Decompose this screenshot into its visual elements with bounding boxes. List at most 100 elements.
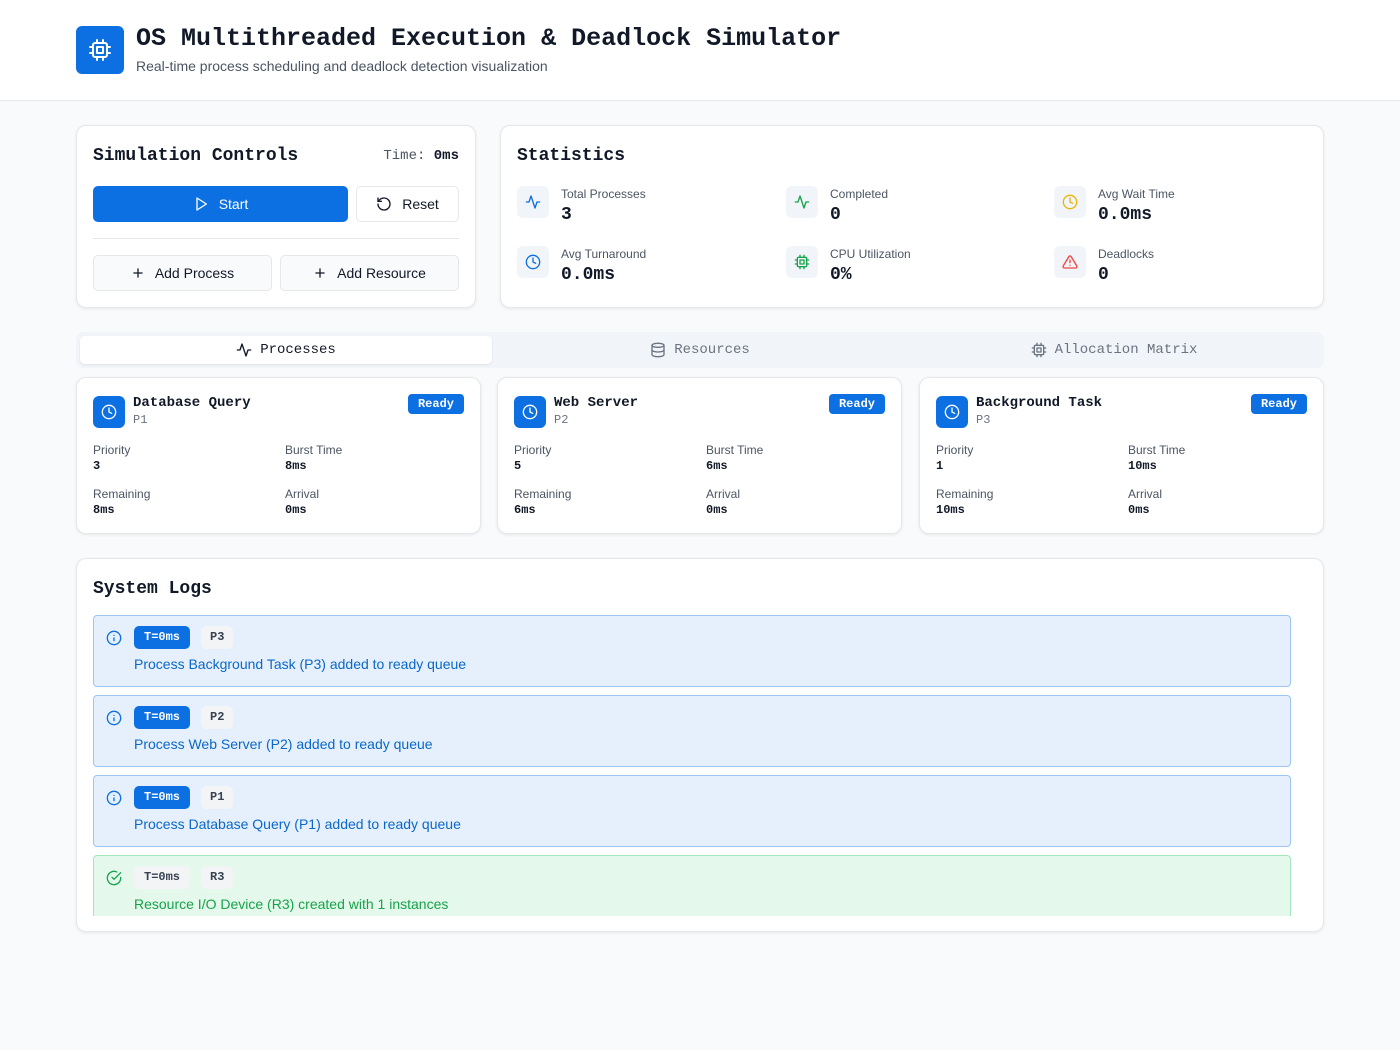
tab-processes[interactable]: Processes [80,336,492,364]
process-id: P2 [554,413,569,427]
reset-button[interactable]: Reset [356,186,459,222]
stat-value: 0.0ms [561,265,616,285]
plus-icon [133,268,143,278]
stat-value: 0 [830,205,841,225]
stat-deadlocks: Deadlocks 0 [1054,246,1294,290]
start-label: Start [218,196,249,212]
reset-label: Reset [402,196,439,212]
cpu-icon [1031,342,1046,358]
field-value: 8ms [93,503,115,517]
field-value: 6ms [706,459,728,473]
status-badge: Ready [828,394,885,414]
add-resource-label: Add Resource [337,265,426,281]
log-entry: T=0ms P2 Process Web Server (P2) added t… [93,695,1291,767]
add-resource-button[interactable]: Add Resource [280,255,459,291]
stat-avg-wait-time: Avg Wait Time 0.0ms [1054,186,1294,230]
field-label: Priority [93,443,131,457]
stat-value: 0 [1098,265,1109,285]
logs-title: System Logs [93,579,212,599]
log-message: Process Database Query (P1) added to rea… [134,816,461,832]
log-message: Process Web Server (P2) added to ready q… [134,736,433,752]
log-entity-badge: P3 [201,626,234,649]
field-remaining: Remaining 6ms [514,487,684,517]
clock-icon [514,396,546,428]
field-value: 3 [93,459,101,473]
tab-label: Allocation Matrix [1054,342,1198,358]
field-label: Arrival [285,487,320,501]
activity-icon [517,186,549,218]
field-label: Arrival [1128,487,1163,501]
tab-resources[interactable]: Resources [494,336,906,364]
process-name: Web Server [554,395,639,411]
add-process-label: Add Process [154,265,235,281]
cpu-icon [76,26,124,74]
field-priority: Priority 1 [936,443,1106,473]
statistics-title: Statistics [517,146,626,166]
field-value: 0ms [285,503,307,517]
tab-label: Resources [674,342,750,358]
tab-allocation-matrix[interactable]: Allocation Matrix [908,336,1320,364]
add-process-button[interactable]: Add Process [93,255,272,291]
stat-completed: Completed 0 [786,186,1026,230]
start-button[interactable]: Start [93,186,348,222]
info-icon [106,790,122,806]
process-card-p2[interactable]: Web Server P2 Ready Priority 5 Burst Tim… [497,377,902,534]
statistics-card: Statistics Total Processes 3 Completed 0… [500,125,1324,308]
process-id: P3 [976,413,991,427]
clock-icon [1054,186,1086,218]
logs-scroll-area[interactable]: T=0ms P3 Process Background Task (P3) ad… [93,615,1293,916]
log-time-badge: T=0ms [134,786,191,809]
log-entity-badge: P2 [201,706,234,729]
activity-icon [786,186,818,218]
stat-label: Total Processes [561,187,646,201]
stat-avg-turnaround: Avg Turnaround 0.0ms [517,246,757,290]
stat-label: Avg Wait Time [1098,187,1175,201]
field-arrival: Arrival 0ms [1128,487,1298,517]
field-value: 10ms [936,503,965,517]
log-time-badge: T=0ms [134,706,191,729]
stat-label: Completed [830,187,889,201]
field-burst-time: Burst Time 8ms [285,443,455,473]
play-icon [196,197,207,211]
log-message: Process Background Task (P3) added to re… [134,656,467,672]
stat-label: Deadlocks [1098,247,1155,261]
status-badge: Ready [407,394,464,414]
stat-value: 0.0ms [1098,205,1153,225]
field-arrival: Arrival 0ms [285,487,455,517]
field-value: 5 [514,459,522,473]
field-label: Priority [936,443,974,457]
plus-icon [315,268,325,278]
simulation-time: Time: 0ms [383,148,459,164]
clock-icon [93,396,125,428]
info-icon [106,710,122,726]
field-priority: Priority 3 [93,443,263,473]
stat-label: CPU Utilization [830,247,911,261]
time-label: Time: [383,148,426,164]
field-value: 10ms [1128,459,1157,473]
status-badge: Ready [1250,394,1307,414]
process-card-p3[interactable]: Background Task P3 Ready Priority 1 Burs… [919,377,1324,534]
stat-cpu-utilization: CPU Utilization 0% [786,246,1026,290]
tab-label: Processes [260,342,336,358]
field-arrival: Arrival 0ms [706,487,876,517]
field-burst-time: Burst Time 10ms [1128,443,1298,473]
time-value: 0ms [433,148,459,164]
process-card-p1[interactable]: Database Query P1 Ready Priority 3 Burst… [76,377,481,534]
stat-value: 3 [561,205,572,225]
field-label: Burst Time [706,443,764,457]
alert-triangle-icon [1054,246,1086,278]
cpu-icon [786,246,818,278]
log-time-badge: T=0ms [134,866,191,889]
app-subtitle: Real-time process scheduling and deadloc… [136,58,548,74]
stat-value: 0% [830,265,852,285]
field-label: Burst Time [1128,443,1186,457]
field-value: 1 [936,459,944,473]
database-icon [651,342,665,358]
field-burst-time: Burst Time 6ms [706,443,876,473]
log-entity-badge: R3 [201,866,234,889]
simulation-controls-card: Simulation Controls Time: 0ms Start Rese… [76,125,476,308]
stat-total-processes: Total Processes 3 [517,186,757,230]
process-id: P1 [133,413,148,427]
field-value: 0ms [1128,503,1150,517]
rotate-ccw-icon [377,197,391,211]
